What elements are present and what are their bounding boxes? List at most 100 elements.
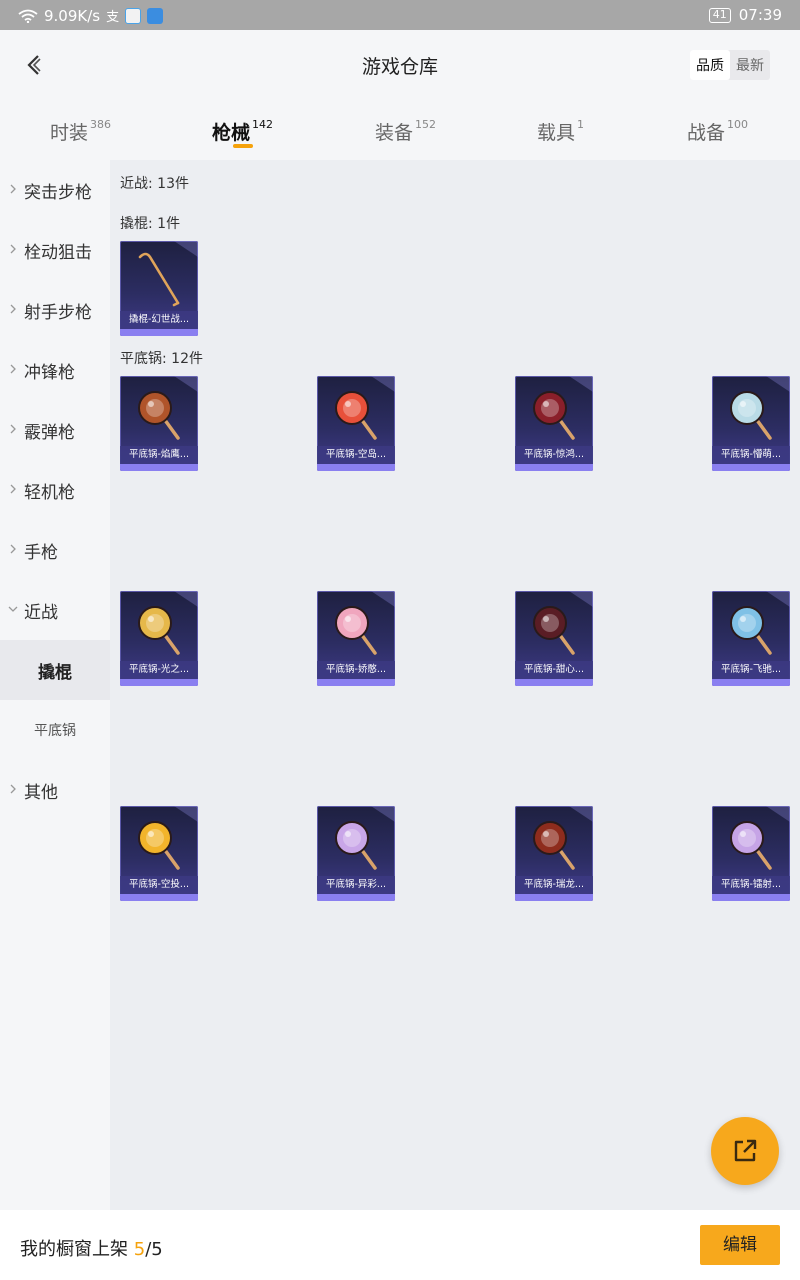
item-card-pan[interactable]: 平底锅-瑞龙... xyxy=(515,806,593,901)
item-card-pan[interactable]: 平底锅-镭射... xyxy=(712,806,790,901)
shelf-total-count: /5 xyxy=(145,1239,163,1260)
network-speed: 9.09K/s xyxy=(44,6,101,25)
item-card-pan[interactable]: 平底锅-娇憨... xyxy=(317,591,395,686)
active-tab-indicator xyxy=(233,144,253,148)
rarity-bar xyxy=(120,894,198,901)
item-name: 平底锅-光之... xyxy=(120,661,198,679)
shelf-status: 我的橱窗上架 5/5 xyxy=(20,1239,163,1260)
rarity-bar xyxy=(712,464,790,471)
rarity-bar xyxy=(120,679,198,686)
app-icon xyxy=(147,7,164,24)
item-card-crowbar[interactable]: 撬棍-幻世战... xyxy=(120,241,198,336)
tab-equipment[interactable]: 装备 152 xyxy=(375,118,436,145)
item-card-pan[interactable]: 平底锅-异彩... xyxy=(317,806,395,901)
tab-vehicles[interactable]: 载具 1 xyxy=(537,118,584,145)
pan-count-label: 平底锅: 12件 xyxy=(120,351,203,367)
sort-latest-button[interactable]: 最新 xyxy=(730,50,770,80)
sort-quality-button[interactable]: 品质 xyxy=(690,50,730,80)
sidebar-item-marksman-rifle[interactable]: 射手步枪 xyxy=(0,280,110,340)
chevron-right-icon xyxy=(10,424,16,434)
item-name: 平底锅-甜心... xyxy=(515,661,593,679)
crowbar-icon xyxy=(138,252,180,307)
item-card-pan[interactable]: 平底锅-甜心... xyxy=(515,591,593,686)
tab-fashion[interactable]: 时装 386 xyxy=(50,118,111,145)
rarity-bar xyxy=(120,464,198,471)
frying-pan-icon xyxy=(335,606,377,655)
chevron-right-icon xyxy=(10,484,16,494)
frying-pan-icon xyxy=(335,391,377,440)
chevron-right-icon xyxy=(10,784,16,794)
rarity-bar xyxy=(515,464,593,471)
item-name: 平底锅-懵萌... xyxy=(712,446,790,464)
tab-guns[interactable]: 枪械 142 xyxy=(212,118,273,145)
sidebar-item-pistol[interactable]: 手枪 xyxy=(0,520,110,580)
frying-pan-icon xyxy=(533,391,575,440)
item-name: 平底锅-娇憨... xyxy=(317,661,395,679)
item-name: 平底锅-焰鹰... xyxy=(120,446,198,464)
sidebar-item-shotgun[interactable]: 霰弹枪 xyxy=(0,400,110,460)
frying-pan-icon xyxy=(730,606,772,655)
chevron-right-icon xyxy=(10,304,16,314)
rarity-bar xyxy=(712,679,790,686)
item-name: 平底锅-瑞龙... xyxy=(515,876,593,894)
share-button[interactable] xyxy=(711,1117,779,1185)
item-name: 平底锅-惊鸿... xyxy=(515,446,593,464)
edit-button[interactable]: 编辑 xyxy=(700,1225,780,1265)
rarity-bar xyxy=(515,679,593,686)
page-title: 游戏仓库 xyxy=(361,56,438,78)
external-link-icon xyxy=(734,1139,757,1162)
frying-pan-icon xyxy=(533,606,575,655)
battery-icon: 41 xyxy=(708,7,731,23)
item-name: 平底锅-异彩... xyxy=(317,876,395,894)
tab-battle-gear[interactable]: 战备 100 xyxy=(687,118,748,145)
app-icon xyxy=(125,7,142,24)
item-card-pan[interactable]: 平底锅-空岛... xyxy=(317,376,395,471)
sidebar-subitem-crowbar[interactable]: 撬棍 xyxy=(0,640,110,700)
rarity-bar xyxy=(317,679,395,686)
crowbar-count-label: 撬棍: 1件 xyxy=(120,216,181,232)
frying-pan-icon xyxy=(335,821,377,870)
item-card-pan[interactable]: 平底锅-焰鹰... xyxy=(120,376,198,471)
sidebar-item-melee[interactable]: 近战 xyxy=(0,580,110,640)
item-name: 撬棍-幻世战... xyxy=(120,311,198,329)
sidebar-item-smg[interactable]: 冲锋枪 xyxy=(0,340,110,400)
alipay-icon: 支 xyxy=(106,10,120,25)
frying-pan-icon xyxy=(730,821,772,870)
sidebar-item-assault-rifle[interactable]: 突击步枪 xyxy=(0,160,110,220)
item-card-pan[interactable]: 平底锅-惊鸿... xyxy=(515,376,593,471)
item-name: 平底锅-镭射... xyxy=(712,876,790,894)
frying-pan-icon xyxy=(533,821,575,870)
item-card-pan[interactable]: 平底锅-空投... xyxy=(120,806,198,901)
sidebar-item-lmg[interactable]: 轻机枪 xyxy=(0,460,110,520)
rarity-bar xyxy=(317,894,395,901)
melee-count-label: 近战: 13件 xyxy=(120,176,189,192)
sidebar-item-bolt-sniper[interactable]: 栓动狙击 xyxy=(0,220,110,280)
sidebar-item-other[interactable]: 其他 xyxy=(0,760,110,820)
chevron-right-icon xyxy=(10,364,16,374)
frying-pan-icon xyxy=(730,391,772,440)
frying-pan-icon xyxy=(138,606,180,655)
clock: 07:39 xyxy=(738,6,782,24)
item-name: 平底锅-飞驰... xyxy=(712,661,790,679)
sidebar-subitem-pan[interactable]: 平底锅 xyxy=(0,700,110,760)
rarity-bar xyxy=(317,464,395,471)
item-grid-area[interactable]: 近战: 13件 撬棍: 1件 撬棍-幻世战... 平底锅: 12件 平底锅-焰鹰… xyxy=(110,160,800,1210)
chevron-down-icon xyxy=(8,606,18,612)
item-card-pan[interactable]: 平底锅-光之... xyxy=(120,591,198,686)
wifi-icon xyxy=(18,9,38,23)
weapon-category-sidebar: 突击步枪 栓动狙击 射手步枪 冲锋枪 霰弹枪 轻机枪 手枪 近战 撬棍 平底锅 … xyxy=(0,160,110,1210)
shelf-current-count: 5 xyxy=(133,1239,146,1260)
item-name: 平底锅-空岛... xyxy=(317,446,395,464)
rarity-bar xyxy=(515,894,593,901)
frying-pan-icon xyxy=(138,391,180,440)
chevron-right-icon xyxy=(10,544,16,554)
item-card-pan[interactable]: 平底锅-懵萌... xyxy=(712,376,790,471)
sort-toggle[interactable]: 品质 最新 xyxy=(690,50,770,80)
frying-pan-icon xyxy=(138,821,180,870)
chevron-right-icon xyxy=(10,244,16,254)
rarity-bar xyxy=(712,894,790,901)
rarity-bar xyxy=(120,329,198,336)
item-card-pan[interactable]: 平底锅-飞驰... xyxy=(712,591,790,686)
status-bar: 9.09K/s 支 41 07:39 xyxy=(0,0,800,30)
app-header: 游戏仓库 品质 最新 xyxy=(0,30,800,100)
